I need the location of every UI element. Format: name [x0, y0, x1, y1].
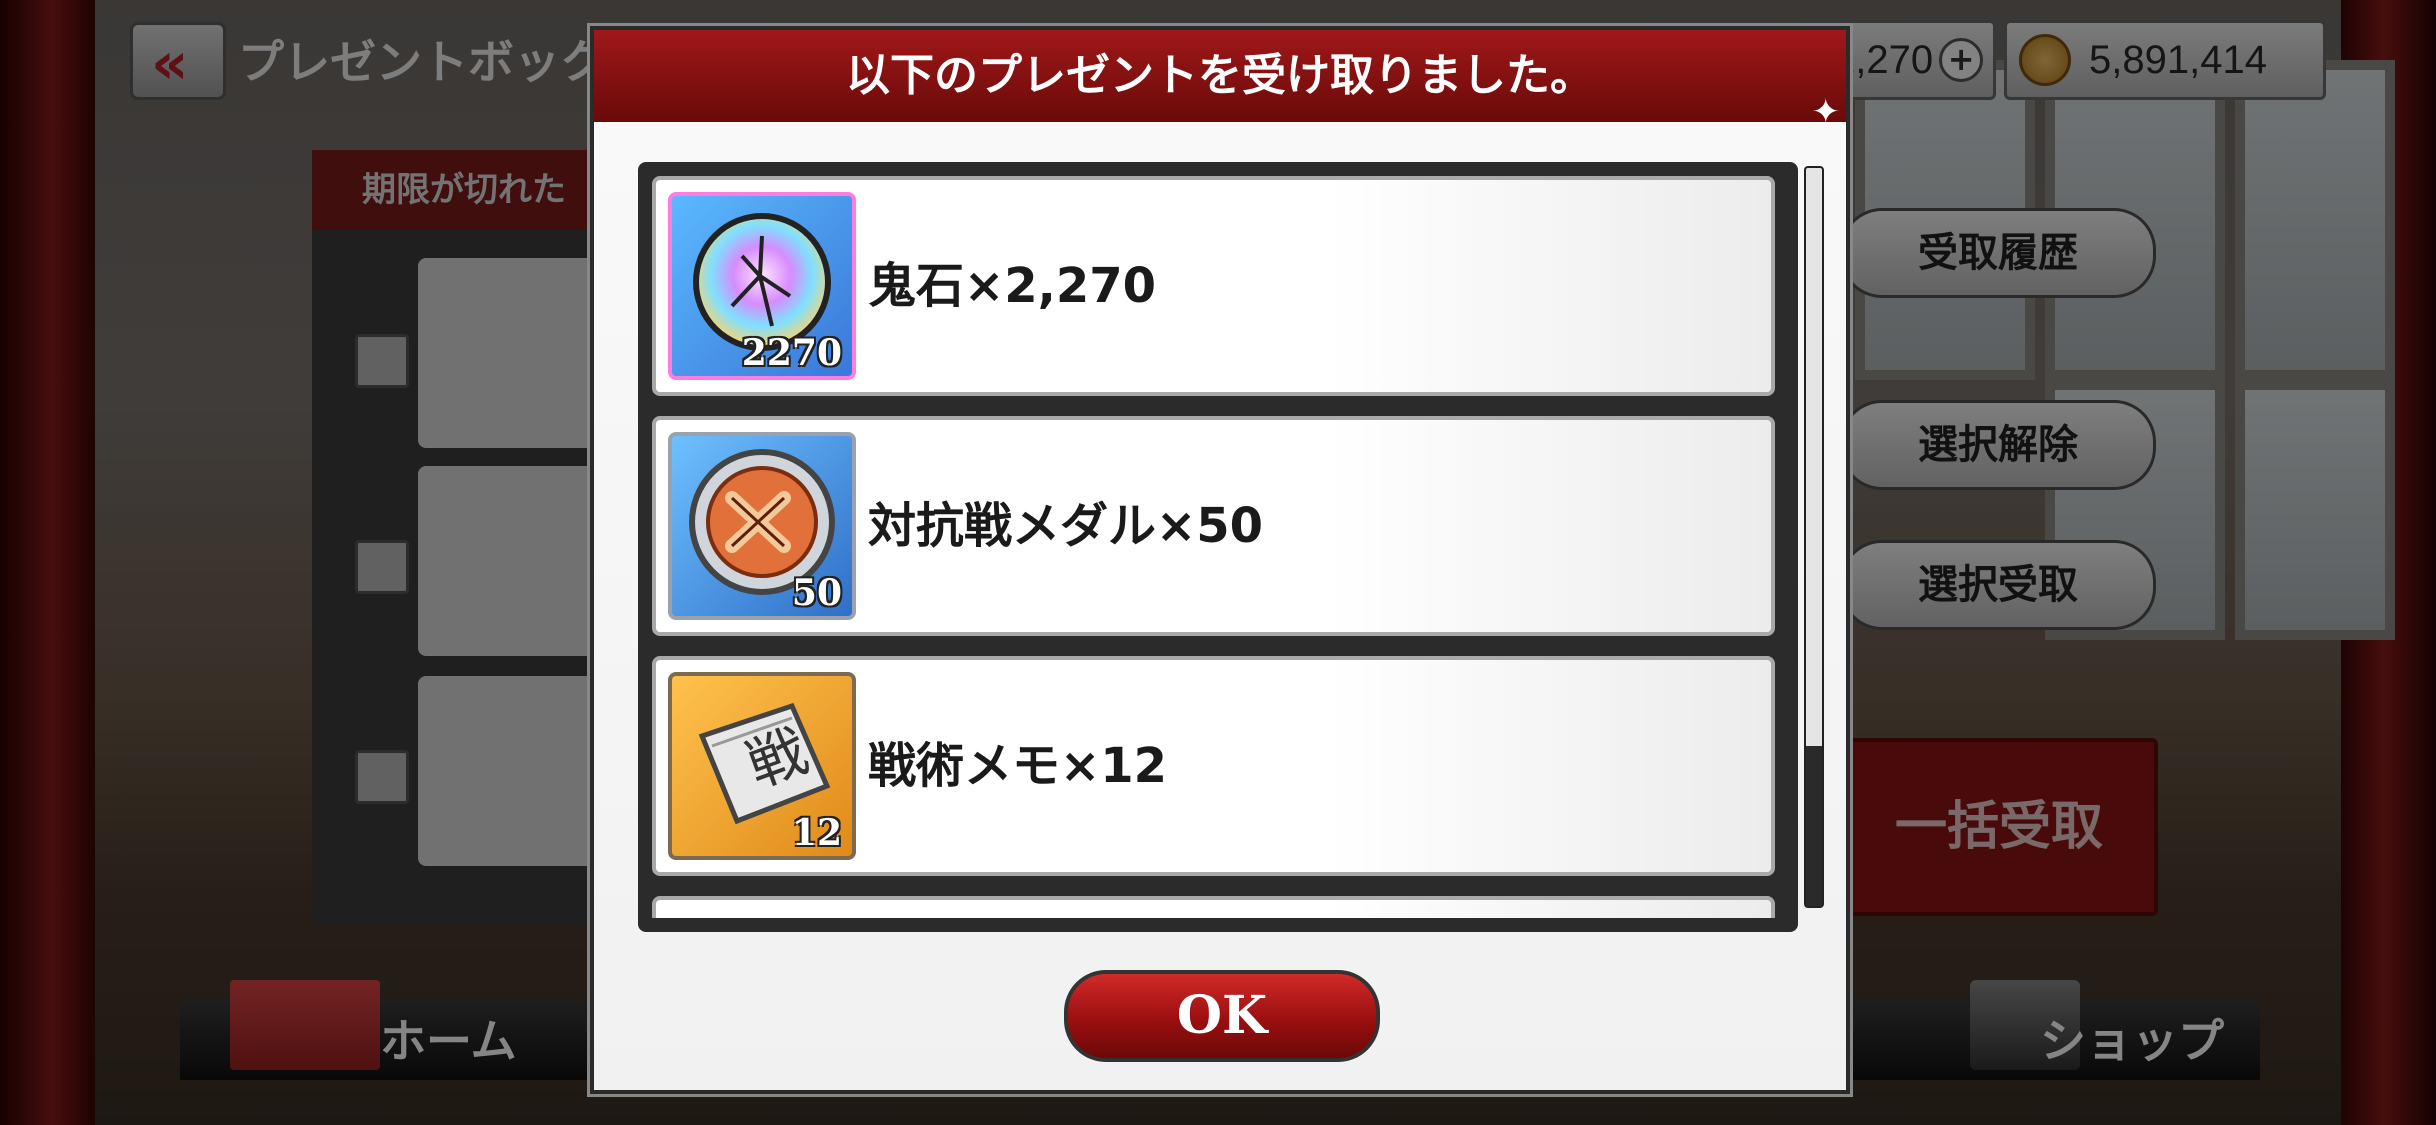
list-item: 戦 12 戦術メモ×12	[652, 656, 1775, 876]
list-item: 50 対抗戦メダル×50	[652, 416, 1775, 636]
item-label: 戦術メモ×12	[868, 738, 1168, 794]
list-scrollbar[interactable]	[1804, 166, 1824, 908]
sparkle-icon: ✦	[1811, 92, 1841, 132]
versus-medal-icon: 50	[668, 432, 856, 620]
received-items-list: 2270 鬼石×2,270 50 対抗戦メダル×50 戦 12 戦術メモ×12	[638, 162, 1798, 932]
oni-stone-icon: 2270	[668, 192, 856, 380]
item-label: 対抗戦メダル×50	[868, 498, 1264, 554]
item-label: 鬼石×2,270	[868, 258, 1157, 314]
dialog-title: 以下のプレゼントを受け取りました。	[594, 30, 1846, 122]
scrollbar-thumb[interactable]	[1806, 746, 1822, 906]
tactics-memo-icon: 戦 12	[668, 672, 856, 860]
item-quantity: 50	[791, 572, 842, 614]
item-quantity: 12	[791, 812, 842, 854]
list-item: 2270 鬼石×2,270	[652, 176, 1775, 396]
ok-button[interactable]: OK	[1064, 970, 1380, 1062]
list-item	[652, 896, 1775, 918]
received-presents-dialog: 以下のプレゼントを受け取りました。 ✦ 2270 鬼石×2,270 50 対抗戦…	[590, 26, 1850, 1094]
item-quantity: 2270	[741, 332, 842, 374]
